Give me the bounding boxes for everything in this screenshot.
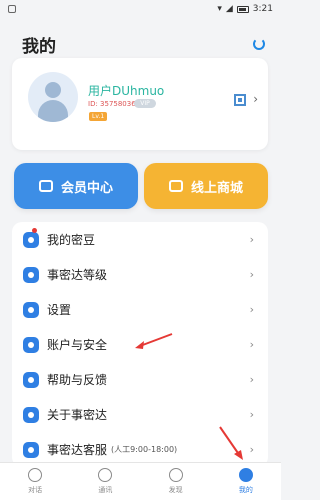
menu-item-help[interactable]: 帮助与反馈 › [12, 362, 268, 397]
menu-item-label: 帮助与反馈 [47, 373, 108, 387]
crown-icon [38, 180, 53, 192]
chat-icon [28, 468, 43, 482]
level-icon [23, 266, 39, 283]
tab-me[interactable]: 我的 [211, 463, 281, 500]
notification-icon [8, 5, 16, 13]
bottom-tab-bar: 对话 通讯 发现 我的 [0, 462, 281, 500]
online-mall-label: 线上商城 [190, 180, 243, 196]
avatar-head-shape [45, 82, 61, 98]
chevron-right-icon: › [249, 268, 254, 281]
menu-item-level[interactable]: 事密达等级 › [12, 257, 268, 292]
status-right: ▾ ◢ 3:21 [217, 4, 273, 14]
avatar[interactable] [28, 72, 78, 122]
info-icon [23, 406, 39, 423]
profile-icon [238, 468, 253, 482]
menu-item-label: 设置 [47, 303, 72, 317]
arrow-line [139, 333, 173, 347]
chevron-right-icon: › [249, 373, 254, 386]
tab-label: 通讯 [98, 486, 113, 494]
compass-icon [168, 468, 183, 482]
help-icon [23, 371, 39, 388]
unread-dot [32, 228, 37, 233]
tab-label: 我的 [238, 486, 253, 494]
chevron-right-icon: › [249, 443, 254, 456]
status-time: 3:21 [252, 4, 273, 14]
arrow-head [135, 341, 144, 349]
feature-buttons: 会员中心 线上商城 [14, 163, 268, 209]
status-left [8, 5, 16, 13]
menu-item-settings[interactable]: 设置 › [12, 292, 268, 327]
tab-label: 对话 [28, 486, 43, 494]
menu-item-label: 事密达等级 [47, 268, 108, 282]
shopping-bag-icon [168, 180, 183, 192]
chevron-right-icon: › [249, 233, 254, 246]
avatar-body-shape [38, 100, 68, 122]
chevron-right-icon[interactable]: › [253, 92, 258, 106]
vip-badge: VIP [134, 99, 156, 108]
chevron-right-icon: › [249, 338, 254, 351]
contacts-icon [98, 468, 113, 482]
profile-card[interactable]: 用户DUhmuo ID: 357580369 VIP Lv.1 › [12, 58, 268, 150]
online-mall-button[interactable]: 线上商城 [144, 163, 268, 209]
menu-item-beans[interactable]: 我的密豆 › [12, 222, 268, 257]
signal-icon: ◢ [225, 4, 233, 14]
battery-icon [236, 5, 249, 13]
annotation-arrow-tab [219, 426, 243, 460]
gear-icon [23, 301, 39, 318]
user-id: ID: 357580369 [88, 100, 141, 108]
shield-icon [23, 336, 39, 353]
menu-item-label: 关于事密达 [47, 408, 108, 422]
username: 用户DUhmuo [88, 84, 165, 98]
wifi-icon: ▾ [217, 4, 222, 14]
level-badge: Lv.1 [89, 112, 108, 121]
refresh-icon[interactable] [253, 38, 265, 50]
bean-icon [23, 231, 39, 248]
member-center-label: 会员中心 [60, 180, 113, 196]
tab-contacts[interactable]: 通讯 [70, 463, 140, 500]
menu-item-label: 事密达客服 [47, 443, 108, 457]
tab-discover[interactable]: 发现 [141, 463, 211, 500]
chevron-right-icon: › [249, 303, 254, 316]
annotation-arrow-account [135, 333, 173, 349]
member-center-button[interactable]: 会员中心 [14, 163, 138, 209]
page-title: 我的 [22, 36, 56, 57]
status-bar: ▾ ◢ 3:21 [0, 0, 281, 18]
arrow-line [219, 426, 241, 457]
tab-chat[interactable]: 对话 [0, 463, 70, 500]
arrow-head [234, 450, 243, 460]
headset-icon [23, 441, 39, 458]
page-header: 我的 [0, 18, 281, 62]
chevron-right-icon: › [249, 408, 254, 421]
qr-code-icon[interactable] [234, 94, 246, 106]
tab-label: 发现 [168, 486, 183, 494]
menu-item-label: 我的密豆 [47, 233, 96, 247]
